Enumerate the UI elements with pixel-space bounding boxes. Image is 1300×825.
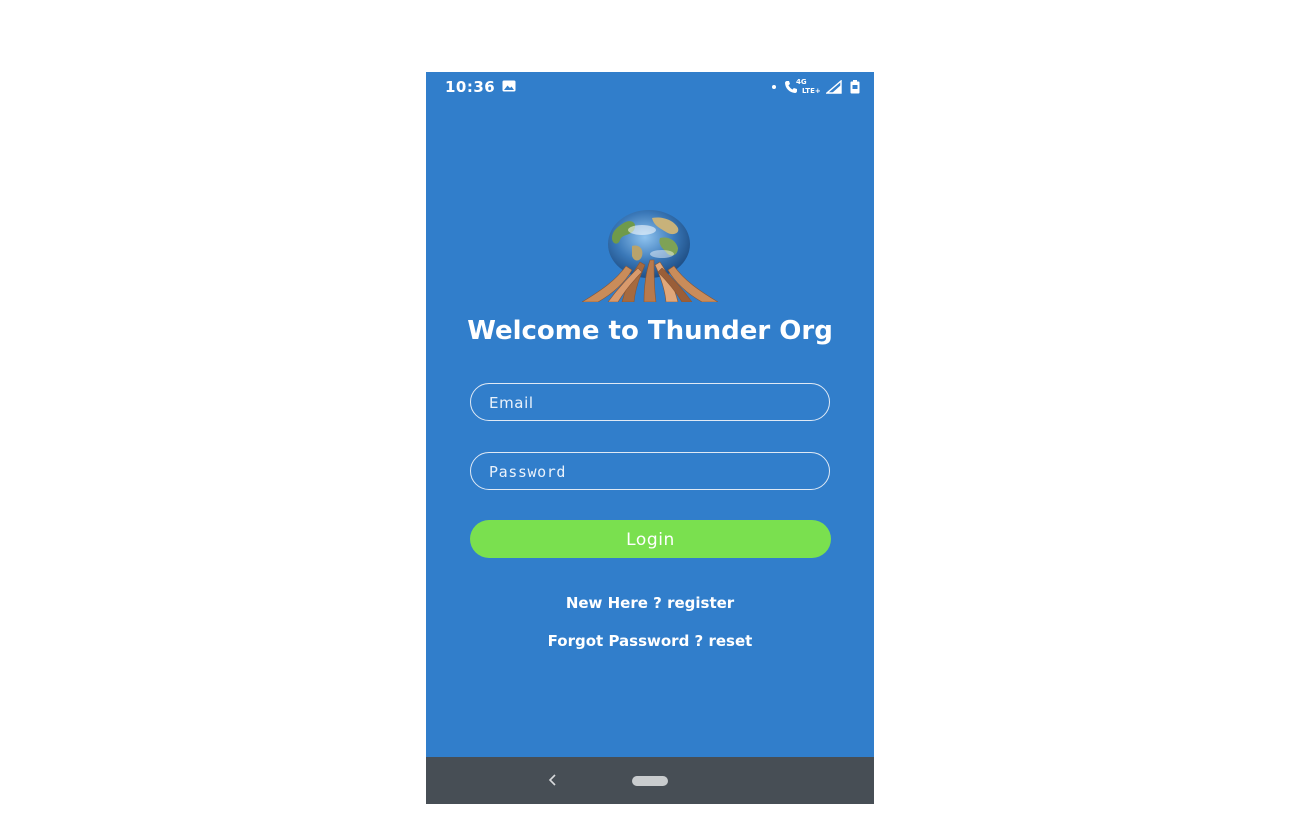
status-icons: 4G LTE+ — [772, 78, 860, 96]
email-placeholder: Email — [489, 394, 534, 412]
password-placeholder: Password — [489, 463, 567, 481]
login-button[interactable]: Login — [470, 520, 831, 558]
battery-icon — [850, 80, 860, 94]
network-lte-label: LTE+ — [802, 87, 821, 95]
status-time: 10:36 — [445, 78, 496, 96]
image-icon — [502, 80, 516, 92]
navigation-bar — [426, 757, 874, 804]
network-indicator: 4G LTE+ — [784, 78, 822, 96]
chevron-left-icon[interactable] — [546, 772, 558, 788]
reset-password-link[interactable]: Forgot Password ? reset — [426, 632, 874, 650]
status-bar: 10:36 4G LTE+ — [426, 72, 874, 102]
notification-dot — [772, 85, 776, 89]
phone-screen: 10:36 4G LTE+ Welcome to Thunder Org Ema… — [426, 72, 874, 804]
register-link[interactable]: New Here ? register — [426, 594, 874, 612]
signal-icon — [826, 80, 842, 94]
email-field[interactable]: Email — [470, 383, 830, 421]
network-4g-label: 4G — [796, 78, 807, 86]
password-field[interactable]: Password — [470, 452, 830, 490]
welcome-title: Welcome to Thunder Org — [467, 316, 833, 346]
home-pill-icon[interactable] — [632, 776, 668, 786]
globe-hands-logo — [582, 210, 718, 302]
